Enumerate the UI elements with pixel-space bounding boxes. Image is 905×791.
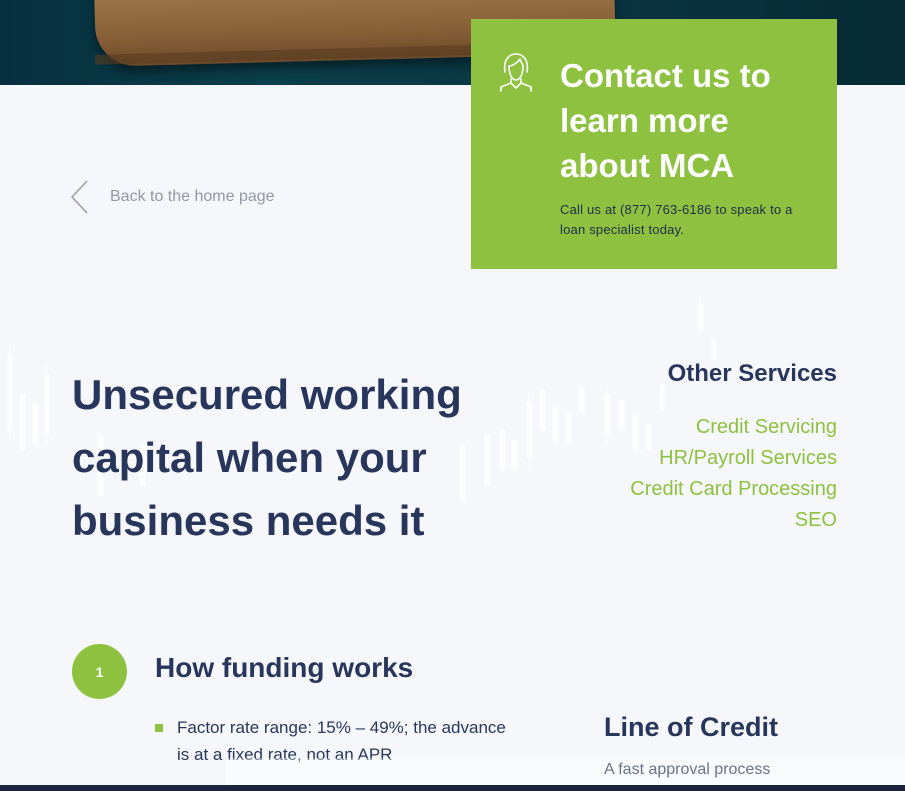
service-link-credit-servicing[interactable]: Credit Servicing xyxy=(517,412,837,443)
bottom-bar xyxy=(0,785,905,791)
line-of-credit-title: Line of Credit xyxy=(604,712,778,742)
back-link-label: Back to the home page xyxy=(110,188,275,205)
line-of-credit-description: A fast approval process xyxy=(604,761,771,778)
contact-card-title: Contact us to learn more about MCA xyxy=(560,57,771,184)
other-services-heading: Other Services xyxy=(667,360,837,387)
other-services-panel: Other Services Credit Servicing HR/Payro… xyxy=(517,360,837,536)
service-link-hr-payroll[interactable]: HR/Payroll Services xyxy=(517,443,837,474)
contact-card-text: Call us at (877) 763-6186 to speak to a … xyxy=(560,202,793,237)
service-link-seo[interactable]: SEO xyxy=(517,505,837,536)
service-link-credit-card-processing[interactable]: Credit Card Processing xyxy=(517,474,837,505)
page-title: Unsecured working capital when your busi… xyxy=(72,371,462,544)
bullet-square-icon xyxy=(155,724,163,732)
chevron-left-icon xyxy=(70,180,88,214)
step-number-badge: 1 xyxy=(72,644,127,699)
agent-icon xyxy=(500,53,532,92)
step-title: How funding works xyxy=(155,652,414,683)
overlay-strip xyxy=(225,758,905,786)
back-to-home-link[interactable]: Back to the home page xyxy=(70,178,275,216)
contact-card: Contact us to learn more about MCA Call … xyxy=(471,19,837,269)
